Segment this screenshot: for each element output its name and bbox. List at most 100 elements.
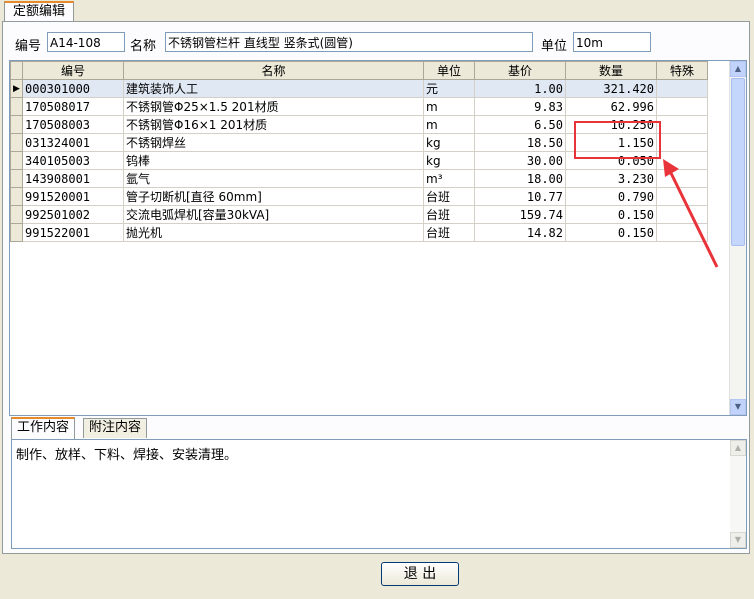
- grid-scrollbar[interactable]: ▲ ▼: [729, 61, 746, 415]
- cell-qty[interactable]: 62.996: [565, 97, 657, 116]
- cell-name[interactable]: 钨棒: [123, 151, 424, 170]
- cell-qty[interactable]: 0.790: [565, 187, 657, 206]
- tab-notes[interactable]: 附注内容: [83, 418, 148, 438]
- cell-code[interactable]: 000301000: [22, 79, 124, 98]
- cell-name[interactable]: 抛光机: [123, 223, 424, 242]
- cell-price[interactable]: 10.77: [474, 187, 566, 206]
- table-row[interactable]: ▶ 000301000 建筑装饰人工元 1.00 321.420: [10, 79, 708, 98]
- exit-button[interactable]: 退 出: [381, 562, 459, 586]
- cell-special[interactable]: [656, 223, 708, 242]
- table-header: 编号 名称 单位 基价 数量 特殊: [10, 61, 708, 80]
- cell-price[interactable]: 30.00: [474, 151, 566, 170]
- row-indicator: [10, 133, 23, 152]
- cell-code[interactable]: 991522001: [22, 223, 124, 242]
- cell-price[interactable]: 9.83: [474, 97, 566, 116]
- text-scrollbar[interactable]: ▲ ▼: [730, 440, 746, 548]
- code-field[interactable]: A14-108: [47, 32, 125, 52]
- scroll-thumb[interactable]: [731, 78, 745, 246]
- cell-price[interactable]: 18.00: [474, 169, 566, 188]
- table-row[interactable]: 340105003 钨棒 kg 30.00 0.050: [10, 151, 708, 170]
- row-indicator: [10, 151, 23, 170]
- cell-name[interactable]: 交流电弧焊机[容量30kVA]: [123, 205, 424, 224]
- cell-unit[interactable]: m: [423, 115, 475, 134]
- cell-name[interactable]: 管子切断机[直径 60mm]: [123, 187, 424, 206]
- text-scroll-up-icon[interactable]: ▲: [730, 440, 746, 456]
- row-indicator: [10, 97, 23, 116]
- cell-special[interactable]: [656, 205, 708, 224]
- row-indicator: [10, 169, 23, 188]
- table-row[interactable]: 992501002 交流电弧焊机[容量30kVA] 台班 159.74 0.150: [10, 205, 708, 224]
- cell-code[interactable]: 992501002: [22, 205, 124, 224]
- cell-special[interactable]: [656, 97, 708, 116]
- cell-code[interactable]: 170508017: [22, 97, 124, 116]
- row-indicator: [10, 223, 23, 242]
- quota-edit-panel: 编号 A14-108 名称 不锈钢管栏杆 直线型 竖条式(圆管) 单位 10m …: [2, 21, 750, 554]
- cell-price[interactable]: 159.74: [474, 205, 566, 224]
- header-code[interactable]: 编号: [22, 61, 124, 80]
- name-field[interactable]: 不锈钢管栏杆 直线型 竖条式(圆管): [165, 32, 533, 52]
- cell-qty[interactable]: 321.420: [565, 79, 657, 98]
- cell-special[interactable]: [656, 133, 708, 152]
- table-row[interactable]: 991520001 管子切断机[直径 60mm] 台班 10.77 0.790: [10, 187, 708, 206]
- cell-price[interactable]: 6.50: [474, 115, 566, 134]
- cell-special[interactable]: [656, 115, 708, 134]
- cell-name[interactable]: 不锈钢焊丝: [123, 133, 424, 152]
- cell-price[interactable]: 1.00: [474, 79, 566, 98]
- text-scroll-down-icon[interactable]: ▼: [730, 532, 746, 548]
- unit-label: 单位: [541, 39, 568, 54]
- header-indicator: [10, 61, 23, 80]
- current-row-icon: ▶: [10, 79, 23, 98]
- resource-table: 编号 名称 单位 基价 数量 特殊 ▶ 000301000 建筑装饰人工元 1.00 3…: [10, 61, 708, 242]
- cell-unit[interactable]: 台班: [423, 205, 475, 224]
- cell-name[interactable]: 建筑装饰人工: [123, 79, 424, 98]
- code-label: 编号: [15, 39, 42, 54]
- header-name[interactable]: 名称: [123, 61, 424, 80]
- table-row[interactable]: 143908001 氩气 m³ 18.00 3.230: [10, 169, 708, 188]
- table-row[interactable]: 170508017 不锈钢管Φ25×1.5 201材质 m 9.83 62.996: [10, 97, 708, 116]
- cell-code[interactable]: 143908001: [22, 169, 124, 188]
- unit-field[interactable]: 10m: [573, 32, 651, 52]
- cell-unit[interactable]: m³: [423, 169, 475, 188]
- work-content-value: 制作、放样、下料、焊接、安装清理。: [16, 448, 238, 463]
- tab-work-content[interactable]: 工作内容: [11, 417, 76, 440]
- header-fields: 编号 A14-108 名称 不锈钢管栏杆 直线型 竖条式(圆管) 单位 10m: [15, 32, 735, 54]
- scroll-up-icon[interactable]: ▲: [730, 61, 746, 77]
- row-indicator: [10, 205, 23, 224]
- cell-special[interactable]: [656, 187, 708, 206]
- cell-special[interactable]: [656, 151, 708, 170]
- header-price[interactable]: 基价: [474, 61, 566, 80]
- cell-price[interactable]: 18.50: [474, 133, 566, 152]
- cell-unit[interactable]: 台班: [423, 187, 475, 206]
- table-row[interactable]: 991522001 抛光机 台班 14.82 0.150: [10, 223, 708, 242]
- cell-qty[interactable]: 3.230: [565, 169, 657, 188]
- cell-code[interactable]: 031324001: [22, 133, 124, 152]
- header-qty[interactable]: 数量: [565, 61, 657, 80]
- work-content-text[interactable]: 制作、放样、下料、焊接、安装清理。 ▲ ▼: [11, 439, 747, 549]
- cell-qty[interactable]: 0.150: [565, 205, 657, 224]
- cell-code[interactable]: 340105003: [22, 151, 124, 170]
- table-row[interactable]: 031324001 不锈钢焊丝 kg 18.50 1.150: [10, 133, 708, 152]
- resource-grid: 编号 名称 单位 基价 数量 特殊 ▶ 000301000 建筑装饰人工元 1.00 3…: [9, 60, 747, 416]
- table-row[interactable]: 170508003 不锈钢管Φ16×1 201材质 m 6.50 10.250: [10, 115, 708, 134]
- cell-name[interactable]: 不锈钢管Φ16×1 201材质: [123, 115, 424, 134]
- cell-qty[interactable]: 1.150: [565, 133, 657, 152]
- cell-price[interactable]: 14.82: [474, 223, 566, 242]
- cell-name[interactable]: 氩气: [123, 169, 424, 188]
- cell-unit[interactable]: 台班: [423, 223, 475, 242]
- tab-quota-edit[interactable]: 定额编辑: [4, 1, 75, 23]
- cell-unit[interactable]: kg: [423, 133, 475, 152]
- cell-qty[interactable]: 10.250: [565, 115, 657, 134]
- cell-code[interactable]: 991520001: [22, 187, 124, 206]
- cell-qty[interactable]: 0.150: [565, 223, 657, 242]
- cell-qty[interactable]: 0.050: [565, 151, 657, 170]
- cell-name[interactable]: 不锈钢管Φ25×1.5 201材质: [123, 97, 424, 116]
- cell-code[interactable]: 170508003: [22, 115, 124, 134]
- cell-unit[interactable]: kg: [423, 151, 475, 170]
- cell-special[interactable]: [656, 169, 708, 188]
- header-unit[interactable]: 单位: [423, 61, 475, 80]
- cell-unit[interactable]: 元: [423, 79, 475, 98]
- cell-unit[interactable]: m: [423, 97, 475, 116]
- scroll-down-icon[interactable]: ▼: [730, 399, 746, 415]
- cell-special[interactable]: [656, 79, 708, 98]
- header-special[interactable]: 特殊: [656, 61, 708, 80]
